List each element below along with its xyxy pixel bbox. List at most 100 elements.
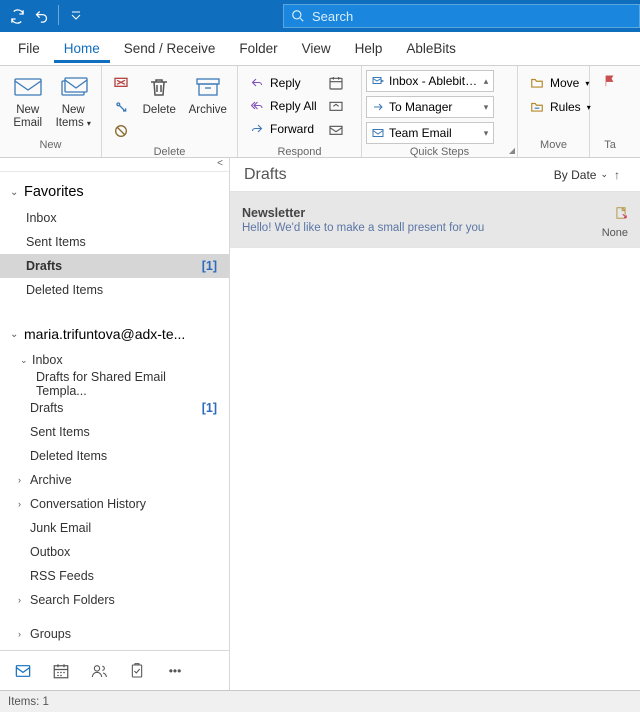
share-button[interactable]	[323, 96, 349, 118]
mail-module-icon[interactable]	[10, 658, 36, 684]
sort-button[interactable]: By Date⌄	[554, 168, 608, 182]
quickstep-team-label: Team Email	[389, 126, 479, 140]
delete-label: Delete	[143, 104, 176, 117]
acct-inbox[interactable]: ⌄Inbox	[0, 348, 229, 372]
forward-button[interactable]: Forward	[244, 118, 321, 140]
global-search[interactable]	[283, 4, 640, 28]
fav-deleted-label: Deleted Items	[26, 283, 217, 297]
acct-junk[interactable]: Junk Email	[0, 516, 229, 540]
menu-view[interactable]: View	[292, 35, 341, 62]
calendar-module-icon[interactable]	[48, 658, 74, 684]
forward-label: Forward	[270, 122, 314, 136]
acct-outbox-label: Outbox	[30, 545, 70, 559]
more-respond-button[interactable]	[323, 120, 349, 142]
fav-sent-label: Sent Items	[26, 235, 217, 249]
acct-archive-label: Archive	[30, 473, 72, 487]
fav-sent[interactable]: Sent Items	[0, 230, 229, 254]
acct-deleted-label: Deleted Items	[30, 449, 107, 463]
acct-drafts-label: Drafts	[30, 401, 202, 415]
acct-junk-label: Junk Email	[30, 521, 91, 535]
move-button[interactable]: Move▾	[524, 72, 593, 94]
quicksteps-launcher-icon[interactable]: ◢	[509, 146, 515, 155]
acct-rss[interactable]: RSS Feeds	[0, 564, 229, 588]
message-subject: Newsletter	[242, 206, 588, 220]
acct-groups[interactable]: ›Groups	[0, 622, 229, 646]
acct-inbox-label: Inbox	[32, 353, 63, 367]
acct-search-label: Search Folders	[30, 593, 115, 607]
more-modules-icon[interactable]: •••	[162, 658, 188, 684]
group-new-label: New	[0, 139, 101, 157]
acct-outbox[interactable]: Outbox	[0, 540, 229, 564]
undo-icon[interactable]	[30, 5, 52, 27]
sync-icon[interactable]	[6, 5, 28, 27]
chevron-down-icon: ⌄	[10, 187, 24, 198]
fav-deleted[interactable]: Deleted Items	[0, 278, 229, 302]
acct-deleted[interactable]: Deleted Items	[0, 444, 229, 468]
group-quicksteps-label: Quick Steps	[362, 146, 517, 158]
tasks-module-icon[interactable]	[124, 658, 150, 684]
people-module-icon[interactable]	[86, 658, 112, 684]
menu-ablebits[interactable]: AbleBits	[396, 35, 466, 62]
new-email-button[interactable]: New Email	[6, 70, 50, 129]
menu-folder[interactable]: Folder	[229, 35, 287, 62]
search-input[interactable]	[312, 9, 639, 24]
draft-icon[interactable]	[614, 206, 628, 223]
message-preview: Hello! We'd like to make a small present…	[242, 222, 588, 234]
fav-drafts-label: Drafts	[26, 259, 202, 273]
forward-icon	[248, 123, 266, 135]
ignore-button[interactable]	[108, 72, 134, 94]
new-email-label: New Email	[13, 104, 42, 129]
quickstep-gallery-dropdown[interactable]: ▴	[479, 76, 493, 87]
menu-home[interactable]: Home	[54, 35, 110, 63]
quickstep-manager[interactable]: To Manager▾	[366, 96, 494, 118]
chevron-right-icon: ›	[18, 595, 30, 605]
message-category: None	[602, 227, 628, 239]
reply-all-button[interactable]: Reply All	[244, 95, 321, 117]
account-header[interactable]: ⌄maria.trifuntova@adx-te...	[0, 320, 229, 348]
reply-button[interactable]: Reply	[244, 72, 321, 94]
minimize-pane-icon[interactable]: <	[0, 158, 229, 172]
tag-flag-button[interactable]	[597, 70, 623, 92]
reply-all-label: Reply All	[270, 99, 317, 113]
fav-drafts[interactable]: Drafts[1]	[0, 254, 229, 278]
new-items-icon	[57, 72, 89, 102]
cleanup-button[interactable]	[108, 96, 134, 118]
group-respond-label: Respond	[238, 146, 361, 158]
folder-title: Drafts	[244, 166, 554, 184]
message-item[interactable]: Newsletter Hello! We'd like to make a sm…	[230, 192, 640, 248]
archive-button[interactable]: Archive	[185, 70, 232, 117]
favorites-header[interactable]: ⌄Favorites	[0, 178, 229, 206]
menu-file[interactable]: File	[8, 35, 50, 62]
nav-switcher: •••	[0, 650, 229, 690]
meeting-button[interactable]	[323, 72, 349, 94]
fav-inbox[interactable]: Inbox	[0, 206, 229, 230]
menu-help[interactable]: Help	[345, 35, 393, 62]
junk-button[interactable]	[108, 120, 134, 142]
qat-dropdown-icon[interactable]	[65, 5, 87, 27]
search-icon	[284, 9, 312, 23]
quickstep-inbox[interactable]: Inbox - Ablebits...▴	[366, 70, 494, 92]
menu-send-receive[interactable]: Send / Receive	[114, 35, 226, 62]
rules-label: Rules	[550, 100, 581, 114]
group-tags-label: Ta	[590, 139, 630, 157]
rules-button[interactable]: Rules▾	[524, 96, 595, 118]
chevron-right-icon: ›	[18, 499, 30, 509]
acct-drafts-shared[interactable]: Drafts for Shared Email Templa...	[0, 372, 229, 396]
move-label: Move	[550, 76, 579, 90]
acct-search-folders[interactable]: ›Search Folders	[0, 588, 229, 612]
folder-move-icon	[528, 76, 546, 90]
reverse-sort-icon[interactable]: ↑	[608, 168, 626, 182]
chevron-right-icon: ›	[18, 475, 30, 485]
delete-button[interactable]: Delete	[136, 70, 183, 117]
acct-convo[interactable]: ›Conversation History	[0, 492, 229, 516]
acct-convo-label: Conversation History	[30, 497, 146, 511]
mail-move-icon	[367, 75, 389, 87]
acct-drafts[interactable]: Drafts[1]	[0, 396, 229, 420]
acct-archive[interactable]: ›Archive	[0, 468, 229, 492]
new-items-button[interactable]: New Items ▾	[52, 70, 96, 129]
archive-icon	[192, 72, 224, 102]
quickstep-team[interactable]: Team Email▾	[366, 122, 494, 144]
group-delete-label: Delete	[102, 146, 237, 158]
acct-sent[interactable]: Sent Items	[0, 420, 229, 444]
reply-all-icon	[248, 100, 266, 112]
